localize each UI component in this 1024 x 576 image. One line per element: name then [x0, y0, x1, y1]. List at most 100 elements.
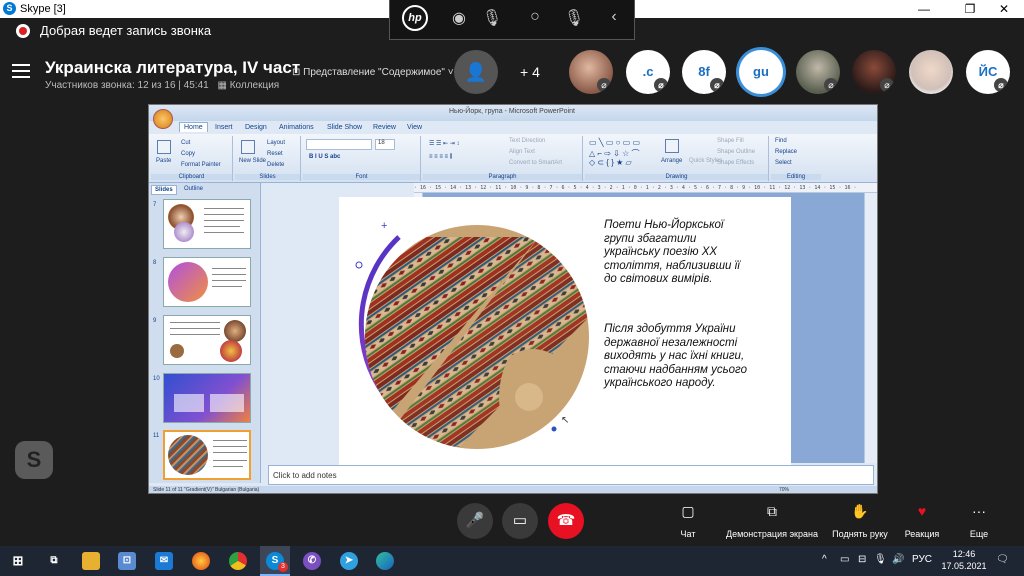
language-indicator[interactable]: РУС	[912, 554, 932, 565]
participant-avatar[interactable]: ⌀	[569, 50, 613, 94]
new-slide-button[interactable]: New Slide	[239, 158, 266, 164]
tab-insert[interactable]: Insert	[215, 124, 233, 131]
task-view-icon[interactable]: ⧉	[45, 552, 63, 570]
tab-view[interactable]: View	[407, 124, 422, 131]
content-view-dropdown[interactable]: ⊡ Представление "Содержимое" ˅	[292, 67, 454, 78]
volume-icon[interactable]: 🔊	[892, 554, 904, 565]
raise-hand-button[interactable]: ✋ Поднять руку	[828, 503, 892, 539]
close-button[interactable]: ✕	[984, 0, 1024, 18]
cut-button[interactable]: Cut	[181, 140, 190, 146]
reaction-button[interactable]: ♥ Реакция	[902, 503, 942, 539]
tab-home[interactable]: Home	[179, 122, 208, 132]
participant-avatar[interactable]: .c ⌀	[626, 50, 670, 94]
viber-icon[interactable]: ✆	[303, 552, 321, 570]
chrome-icon[interactable]	[229, 552, 247, 570]
arrange-button[interactable]: Arrange	[661, 158, 682, 164]
file-explorer-icon[interactable]	[82, 552, 100, 570]
edge-icon[interactable]	[376, 552, 394, 570]
zoom-level[interactable]: 70%	[779, 486, 789, 493]
notes-pane[interactable]: Click to add notes	[268, 465, 874, 485]
replace-button[interactable]: Replace	[775, 149, 797, 155]
slide-thumbnail[interactable]	[163, 257, 251, 307]
telegram-icon[interactable]: ➤	[340, 552, 358, 570]
collection-link[interactable]: Коллекция	[230, 80, 280, 91]
shape-fill-button[interactable]: Shape Fill	[717, 138, 744, 144]
camera-toggle-button[interactable]: ▭	[502, 503, 538, 539]
tray-chevron-icon[interactable]: ^	[822, 554, 827, 565]
slide-textbox-2[interactable]: Після здобуття України державної незалеж…	[604, 323, 747, 391]
minimize-button[interactable]: —	[904, 0, 944, 18]
participant-avatar[interactable]: ⌀	[796, 50, 840, 94]
participant-avatar[interactable]: ЙС ⌀	[966, 50, 1010, 94]
circle-icon[interactable]: ○	[523, 8, 547, 26]
battery-icon[interactable]: ▭	[840, 554, 849, 565]
more-button[interactable]: ··· Еще	[962, 503, 996, 539]
shapes-gallery-row3[interactable]: ◇ ⊂ { } ★ ▱	[589, 158, 632, 167]
copy-button[interactable]: Copy	[181, 151, 195, 157]
menu-icon[interactable]	[12, 64, 30, 78]
align-buttons[interactable]: ≡ ≡ ≡ ≡ ⫼	[429, 154, 452, 161]
microphone-tray-icon[interactable]: 🎙	[874, 554, 887, 565]
tab-slides[interactable]: Slides	[151, 185, 177, 195]
windows-start-icon[interactable]: ⊞	[9, 552, 27, 570]
microphone-icon[interactable]: 🎙	[480, 8, 504, 28]
participant-avatar[interactable]: 8f ⌀	[682, 50, 726, 94]
shape-effects-button[interactable]: Shape Effects	[717, 160, 754, 166]
find-button[interactable]: Find	[775, 138, 787, 144]
vertical-scrollbar[interactable]	[864, 193, 877, 463]
paste-icon[interactable]	[157, 140, 171, 154]
tab-review[interactable]: Review	[373, 124, 396, 131]
align-text-button[interactable]: Align Text	[509, 149, 535, 155]
add-participant-button[interactable]: 👤	[454, 50, 498, 94]
text-direction-button[interactable]: Text Direction	[509, 138, 545, 144]
mute-mic-button[interactable]: 🎤	[457, 503, 493, 539]
record-icon[interactable]: ◉	[447, 8, 471, 28]
tab-slide-show[interactable]: Slide Show	[327, 124, 362, 131]
layout-button[interactable]: Layout	[267, 140, 285, 146]
font-family-select[interactable]	[306, 139, 372, 150]
network-icon[interactable]: ⊟	[858, 554, 866, 565]
slide-thumbnail[interactable]	[163, 199, 251, 249]
status-text: Slide 11 of 11 "Gradient(V)" Bulgarian (…	[153, 487, 260, 493]
smartart-button[interactable]: Convert to SmartArt	[509, 160, 562, 166]
store-icon[interactable]: ⊡	[118, 552, 136, 570]
taskbar-clock[interactable]: 12:46 17.05.2021	[936, 548, 992, 572]
more-participants-count[interactable]: + 4	[520, 64, 540, 80]
slide-textbox-1[interactable]: Поети Нью-Йоркської групи збагатили укра…	[604, 219, 740, 287]
reset-button[interactable]: Reset	[267, 151, 283, 157]
arrange-icon[interactable]	[665, 139, 679, 153]
format-painter-button[interactable]: Format Painter	[181, 162, 221, 168]
tab-design[interactable]: Design	[245, 124, 267, 131]
current-slide[interactable]: + Поети Нью-Йоркської групи збагатили ук…	[339, 197, 791, 467]
slide-thumbnail[interactable]	[163, 315, 251, 365]
bold-button[interactable]: B I U S abc	[309, 154, 340, 160]
collapse-chevron-icon[interactable]: ‹	[602, 8, 626, 26]
participant-avatar[interactable]	[909, 50, 953, 94]
delete-button[interactable]: Delete	[267, 162, 284, 168]
screen-share-button[interactable]: ⧉ Демонстрация экрана	[722, 503, 822, 539]
tab-outline[interactable]: Outline	[181, 185, 206, 193]
shape-outline-button[interactable]: Shape Outline	[717, 149, 755, 155]
bullets-button[interactable]: ☰ ☰ ⇤ ⇥ ↕	[429, 140, 459, 147]
paste-label[interactable]: Paste	[156, 158, 171, 164]
call-subtitle: Участников звонка: 12 из 16 | 45:41 ▦ Ко…	[45, 80, 279, 91]
font-size-select[interactable]: 18	[375, 139, 395, 150]
firefox-icon[interactable]	[192, 552, 210, 570]
select-button[interactable]: Select	[775, 160, 792, 166]
shapes-gallery[interactable]: ▭ ╲ ▭ ○ ▭ ▭	[589, 138, 640, 147]
new-slide-icon[interactable]	[241, 140, 255, 154]
text-line: державної незалежності	[604, 336, 738, 349]
chat-button[interactable]: ▢ Чат	[670, 503, 706, 539]
slide-thumbnail[interactable]	[163, 373, 251, 423]
office-button[interactable]	[153, 109, 173, 129]
notifications-icon[interactable]: 🗨	[996, 554, 1009, 565]
mail-icon[interactable]: ✉	[155, 552, 173, 570]
participant-avatar-selected[interactable]: gu	[739, 50, 783, 94]
noise-cancel-mic-icon[interactable]: 🎙	[562, 8, 586, 28]
slide-thumbnail-selected[interactable]	[163, 430, 251, 480]
text-line: українського народу.	[604, 377, 716, 389]
tab-animations[interactable]: Animations	[279, 124, 314, 131]
participant-avatar[interactable]: ⌀	[852, 50, 896, 94]
ppt-status-bar: Slide 11 of 11 "Gradient(V)" Bulgarian (…	[149, 486, 877, 493]
end-call-button[interactable]: ☎	[548, 503, 584, 539]
